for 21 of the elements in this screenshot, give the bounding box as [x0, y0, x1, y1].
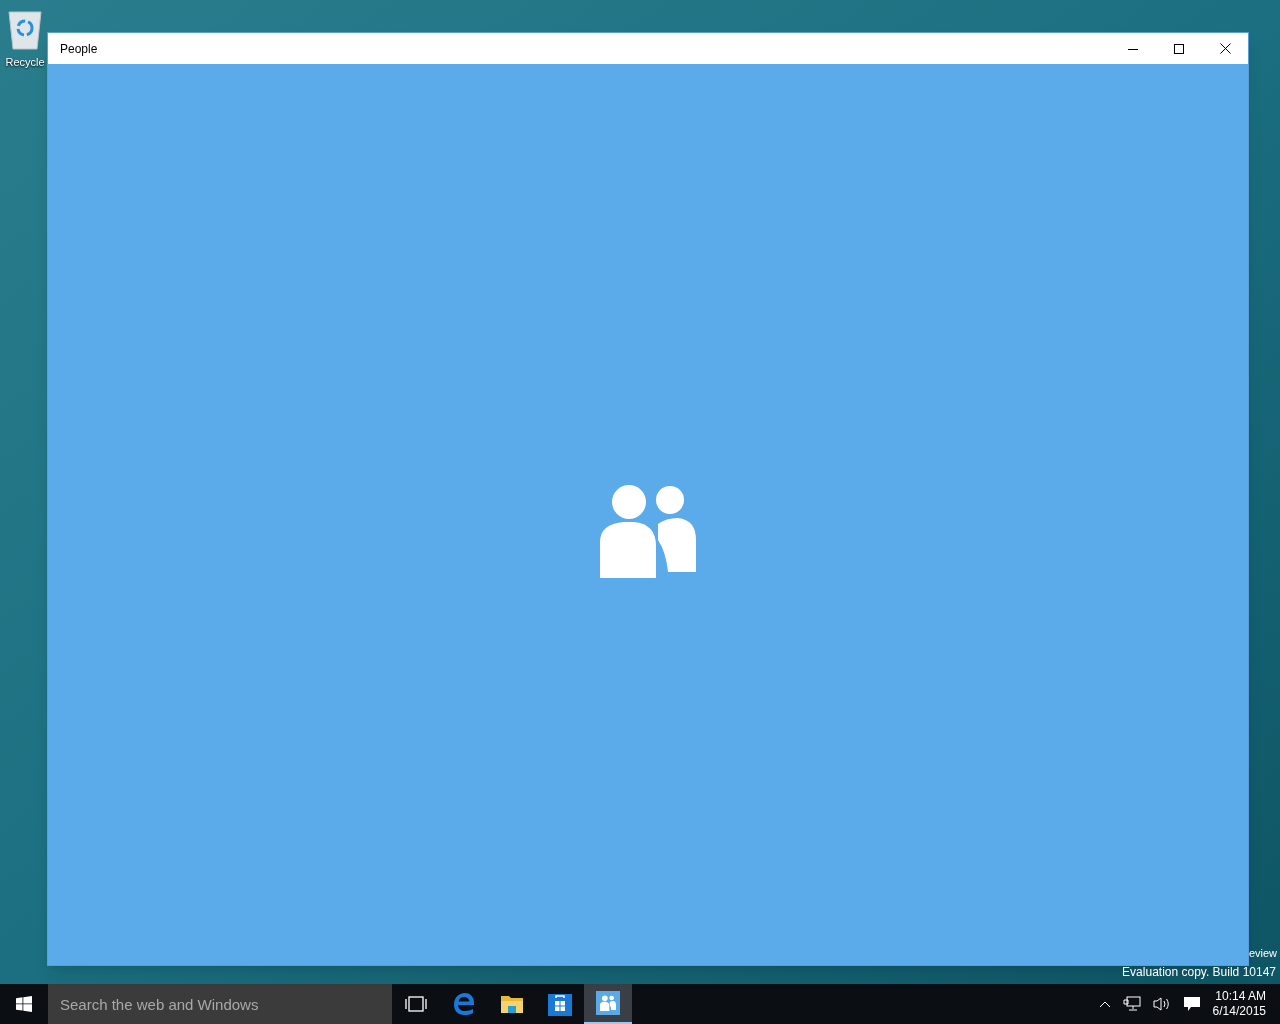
- task-view-icon: [405, 996, 427, 1012]
- watermark-text: Evaluation copy. Build 10147: [1122, 964, 1276, 981]
- store-icon: [548, 992, 572, 1016]
- volume-icon[interactable]: [1152, 996, 1171, 1012]
- desktop-icon-label: Recycle: [5, 55, 45, 70]
- close-icon: [1219, 43, 1231, 54]
- watermark-text: eview: [1248, 946, 1277, 961]
- maximize-icon: [1174, 43, 1184, 54]
- taskbar-app-button[interactable]: [584, 984, 632, 1024]
- recycle-bin-icon[interactable]: [6, 8, 44, 50]
- windows-logo-icon: [16, 996, 32, 1012]
- chevron-up-icon[interactable]: [1098, 1000, 1111, 1008]
- network-icon[interactable]: [1122, 996, 1141, 1012]
- search-field[interactable]: Search the web and Windows: [48, 984, 392, 1024]
- clock-date[interactable]: 6/14/2015: [1212, 1004, 1266, 1019]
- window-title: People: [60, 40, 99, 58]
- notification-icon[interactable]: [1182, 996, 1201, 1012]
- clock-time[interactable]: 10:14 AM: [1215, 989, 1266, 1004]
- browser-icon: [451, 991, 477, 1017]
- folder-icon: [500, 993, 524, 1015]
- people-app-icon: [596, 991, 620, 1015]
